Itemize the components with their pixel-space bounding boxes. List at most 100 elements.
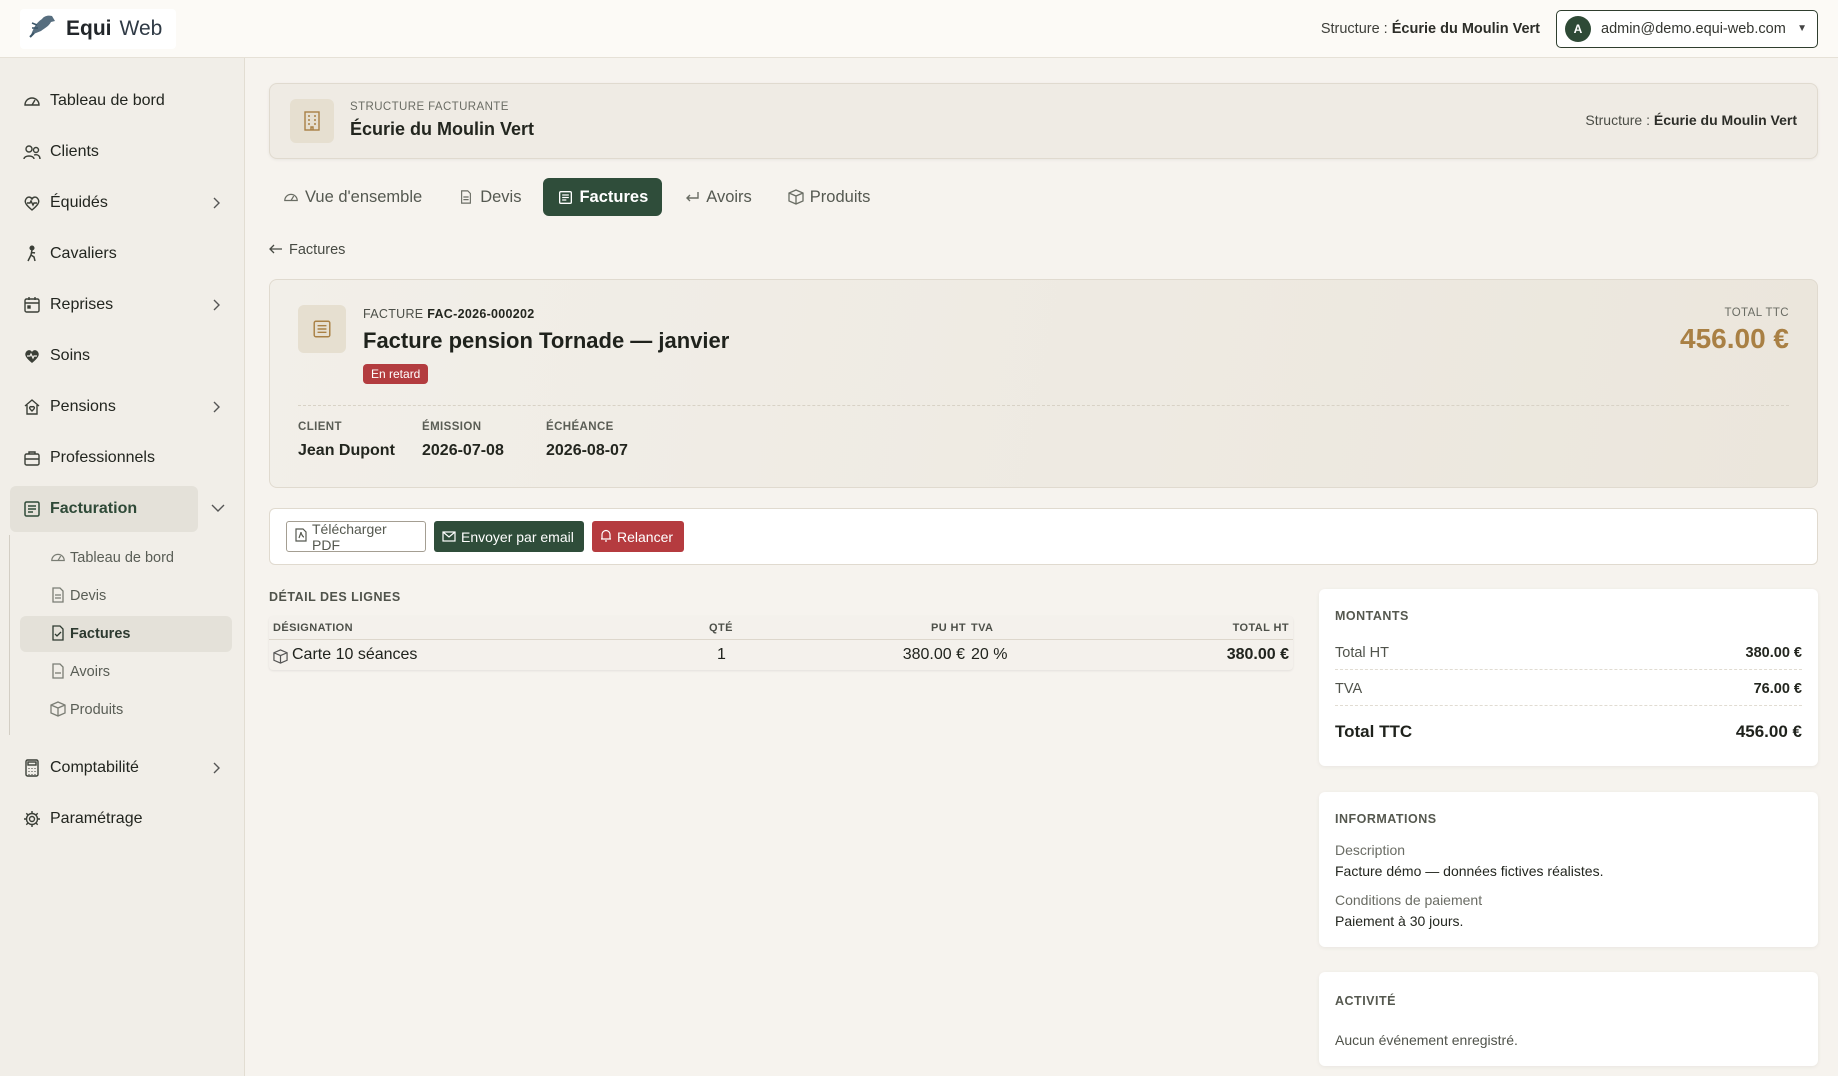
- facturation-collapse-toggle[interactable]: [205, 486, 231, 532]
- receipt-icon: [557, 189, 573, 205]
- cell-designation: Carte 10 séances: [292, 646, 418, 663]
- subnav-label: Produits: [70, 702, 124, 718]
- send-email-button[interactable]: Envoyer par email: [434, 521, 584, 552]
- structure-prefix: Structure :: [1320, 20, 1392, 37]
- tab-label: Avoirs: [706, 187, 752, 206]
- document-minus-icon: [50, 663, 66, 679]
- button-label: Télécharger PDF: [312, 520, 387, 553]
- sidebar-item-professionnels[interactable]: Professionnels: [10, 435, 235, 481]
- user-email: admin@demo.equi-web.com: [1601, 20, 1786, 37]
- col-designation: DÉSIGNATION: [273, 622, 353, 634]
- lines-section-title: DÉTAIL DES LIGNES: [269, 590, 401, 604]
- subnav-item-factures[interactable]: Factures: [20, 616, 232, 652]
- button-label: Relancer: [617, 528, 674, 545]
- subnav-label: Tableau de bord: [70, 550, 174, 566]
- amount-value: 380.00 €: [1745, 645, 1802, 661]
- calendar-icon: [22, 295, 42, 315]
- dashboard-icon: [283, 189, 299, 205]
- amount-row-ht: Total HT 380.00 €: [1335, 645, 1802, 670]
- house-icon: [22, 397, 42, 417]
- activity-empty-text: Aucun événement enregistré.: [1335, 1032, 1518, 1048]
- table-row: Carte 10 séances 1 380.00 € 20 % 380.00 …: [269, 640, 1293, 670]
- tab-factures[interactable]: Factures: [543, 178, 663, 216]
- subnav-item-dashboard[interactable]: Tableau de bord: [20, 540, 232, 576]
- document-icon: [50, 587, 66, 603]
- chevron-right-icon: [209, 761, 223, 775]
- rider-icon: [22, 244, 42, 264]
- brand-logo[interactable]: Equi Web: [20, 8, 177, 49]
- sidebar-item-comptabilite[interactable]: Comptabilité: [10, 745, 235, 791]
- file-pdf-icon: [295, 528, 307, 545]
- cell-pu: 380.00 €: [902, 646, 965, 663]
- dashboard-icon: [22, 91, 42, 111]
- sidebar-item-label: Facturation: [50, 500, 138, 517]
- sidebar-item-cavaliers[interactable]: Cavaliers: [10, 231, 235, 277]
- invoice-title: Facture pension Tornade — janvier: [363, 328, 730, 353]
- receipt-icon: [298, 305, 346, 353]
- sidebar-item-dashboard[interactable]: Tableau de bord: [10, 78, 235, 124]
- activity-card: ACTIVITÉ Aucun événement enregistré.: [1319, 972, 1818, 1066]
- dashboard-icon: [50, 549, 66, 565]
- meta-echeance: ÉCHÉANCE 2026-08-07: [546, 421, 628, 460]
- calculator-icon: [22, 758, 42, 778]
- amount-label: Total TTC: [1335, 722, 1413, 741]
- structure-kicker: STRUCTURE FACTURANTE: [350, 101, 509, 113]
- sidebar-item-label: Cavaliers: [50, 245, 117, 262]
- package-icon: [788, 189, 804, 205]
- sidebar-item-soins[interactable]: Soins: [10, 333, 235, 379]
- invoice-summary-card: FACTURE FAC-2026-000202 Facture pension …: [269, 279, 1818, 488]
- amounts-title: MONTANTS: [1335, 609, 1409, 623]
- sidebar-item-clients[interactable]: Clients: [10, 129, 235, 175]
- download-pdf-button[interactable]: Télécharger PDF: [286, 520, 426, 553]
- col-tva: TVA: [971, 622, 994, 634]
- table-header: DÉSIGNATION QTÉ PU HT TVA TOTAL HT: [269, 616, 1293, 640]
- top-bar: Equi Web Structure : Écurie du Moulin Ve…: [0, 0, 1838, 58]
- tab-avoirs[interactable]: Avoirs: [670, 178, 766, 216]
- back-to-invoices-link[interactable]: Factures: [269, 242, 345, 258]
- cell-qty: 1: [717, 646, 726, 663]
- remind-button[interactable]: Relancer: [592, 521, 684, 552]
- sidebar-item-parametrage[interactable]: Paramétrage: [10, 796, 235, 842]
- status-badge: En retard: [363, 364, 429, 384]
- tab-produits[interactable]: Produits: [774, 178, 885, 216]
- brand-sub: Web: [119, 16, 163, 40]
- caret-down-icon: ▼: [1797, 23, 1807, 34]
- horse-heart-icon: [22, 193, 42, 213]
- bell-icon: [600, 529, 612, 545]
- brand-name: Equi: [66, 16, 112, 40]
- amount-value: 76.00 €: [1753, 681, 1802, 697]
- cell-total: 380.00 €: [1226, 646, 1289, 663]
- subnav-item-produits[interactable]: Produits: [20, 692, 232, 728]
- structure-prefix: Structure :: [1585, 112, 1654, 128]
- chevron-right-icon: [209, 298, 223, 312]
- user-menu-select[interactable]: A admin@demo.equi-web.com ▼: [1556, 9, 1818, 48]
- users-icon: [22, 142, 42, 162]
- meta-value: 2026-07-08: [422, 442, 504, 459]
- sidebar-item-equides[interactable]: Équidés: [10, 180, 235, 226]
- chevron-right-icon: [209, 196, 223, 210]
- return-arrow-icon: [684, 189, 700, 205]
- meta-value: Jean Dupont: [298, 442, 395, 459]
- col-qty: QTÉ: [709, 622, 733, 634]
- tab-devis[interactable]: Devis: [444, 178, 535, 216]
- total-ttc-label: TOTAL TTC: [1724, 307, 1789, 319]
- sidebar-item-label: Soins: [50, 347, 91, 364]
- meta-key: CLIENT: [298, 421, 342, 433]
- subnav-item-devis[interactable]: Devis: [20, 578, 232, 614]
- document-check-icon: [50, 625, 66, 641]
- sidebar-item-label: Professionnels: [50, 449, 155, 466]
- sidebar-item-reprises[interactable]: Reprises: [10, 282, 235, 328]
- meta-key: ÉCHÉANCE: [546, 421, 614, 433]
- subnav-item-avoirs[interactable]: Avoirs: [20, 654, 232, 690]
- sidebar-item-facturation[interactable]: Facturation: [10, 486, 198, 532]
- structure-title: Écurie du Moulin Vert: [350, 119, 535, 139]
- building-icon: [290, 99, 334, 143]
- amount-label: TVA: [1335, 681, 1363, 697]
- col-total: TOTAL HT: [1232, 622, 1289, 634]
- meta-value: 2026-08-07: [546, 442, 628, 459]
- arrow-left-icon: [269, 242, 283, 258]
- sidebar-item-pensions[interactable]: Pensions: [10, 384, 235, 430]
- back-link-label: Factures: [289, 242, 346, 258]
- informations-title: INFORMATIONS: [1335, 812, 1437, 826]
- tab-overview[interactable]: Vue d'ensemble: [269, 178, 436, 216]
